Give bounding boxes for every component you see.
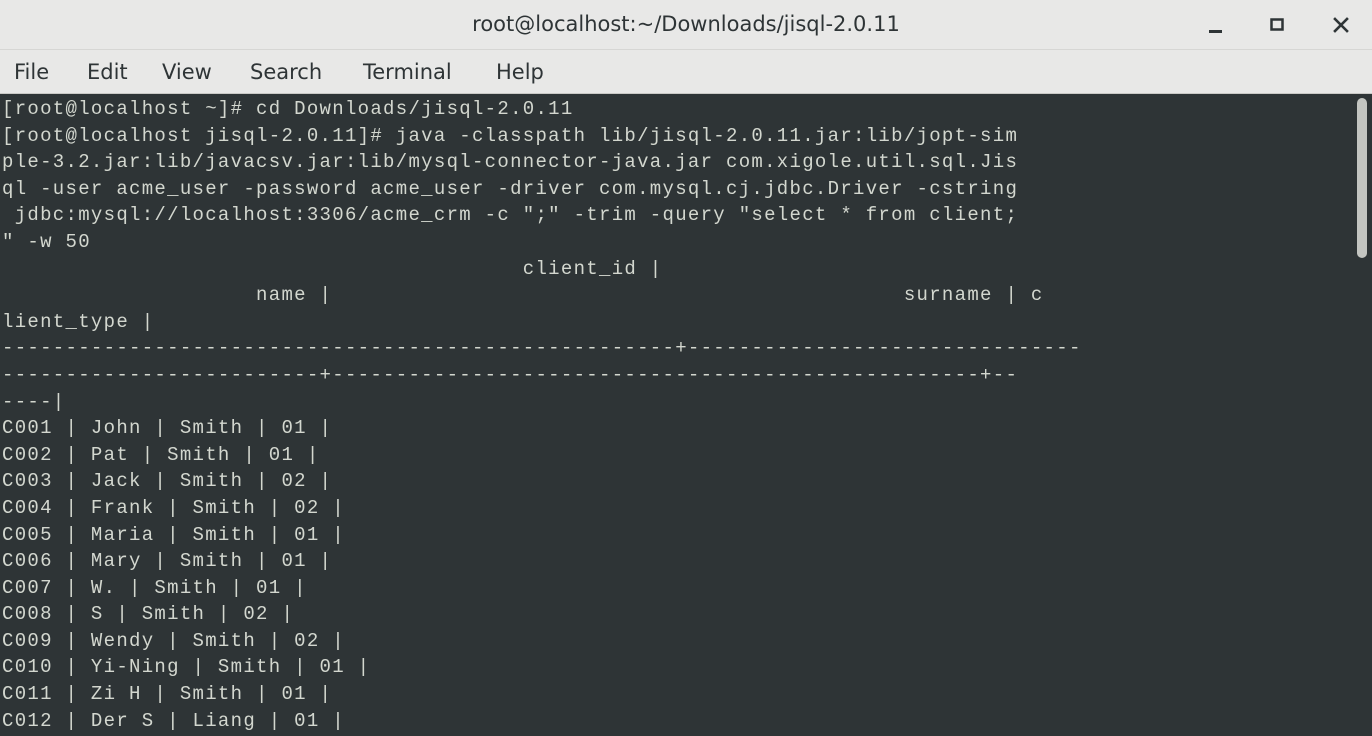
terminal-line: lient_type |: [2, 310, 155, 333]
terminal-line: C005 | Maria | Smith | 01 |: [2, 523, 345, 546]
maximize-icon: [1270, 18, 1284, 31]
terminal-line: C010 | Yi-Ning | Smith | 01 |: [2, 656, 371, 679]
terminal-line: C004 | Frank | Smith | 02 |: [2, 496, 345, 519]
menu-bar: File Edit View Search Terminal Help: [0, 50, 1372, 94]
menu-help[interactable]: Help: [496, 50, 544, 94]
terminal-line: C009 | Wendy | Smith | 02 |: [2, 629, 345, 652]
terminal-line: ql -user acme_user -password acme_user -…: [2, 177, 1019, 200]
terminal-line: C007 | W. | Smith | 01 |: [2, 576, 307, 599]
close-icon: [1333, 17, 1349, 33]
scrollbar[interactable]: [1352, 94, 1372, 736]
terminal-line: [root@localhost jisql-2.0.11]# java -cla…: [2, 124, 1019, 147]
terminal-line: C006 | Mary | Smith | 01 |: [2, 550, 333, 573]
menu-view[interactable]: View: [162, 50, 212, 94]
terminal-line: C002 | Pat | Smith | 01 |: [2, 443, 320, 466]
menu-edit[interactable]: Edit: [87, 50, 128, 94]
menu-file[interactable]: File: [14, 50, 49, 94]
terminal-line: C011 | Zi H | Smith | 01 |: [2, 683, 333, 706]
terminal-line: ----------------------------------------…: [2, 337, 1082, 360]
terminal-line: client_id |: [2, 257, 663, 280]
terminal-line: -------------------------+--------------…: [2, 363, 1019, 386]
terminal-window: root@localhost:~/Downloads/jisql-2.0.11 …: [0, 0, 1372, 736]
terminal-line: C008 | S | Smith | 02 |: [2, 603, 295, 626]
maximize-button[interactable]: [1260, 8, 1294, 42]
terminal-line: C001 | John | Smith | 01 |: [2, 417, 333, 440]
window-title: root@localhost:~/Downloads/jisql-2.0.11: [472, 12, 900, 36]
terminal-text: [root@localhost ~]# cd Downloads/jisql-2…: [2, 96, 1082, 734]
menu-terminal[interactable]: Terminal: [363, 50, 452, 94]
title-bar[interactable]: root@localhost:~/Downloads/jisql-2.0.11: [0, 0, 1372, 50]
terminal-line: name | surname | c: [2, 284, 1044, 307]
terminal-line: ple-3.2.jar:lib/javacsv.jar:lib/mysql-co…: [2, 151, 1019, 174]
terminal-line: [root@localhost ~]# cd Downloads/jisql-2…: [2, 98, 574, 120]
terminal-line: " -w 50: [2, 230, 91, 253]
minimize-button[interactable]: [1198, 8, 1232, 42]
minimize-icon: [1209, 30, 1222, 33]
terminal-output[interactable]: [root@localhost ~]# cd Downloads/jisql-2…: [0, 94, 1352, 736]
scrollbar-thumb[interactable]: [1357, 98, 1367, 258]
terminal-line: jdbc:mysql://localhost:3306/acme_crm -c …: [2, 204, 1019, 227]
terminal-line: C003 | Jack | Smith | 02 |: [2, 470, 333, 493]
terminal-line: C012 | Der S | Liang | 01 |: [2, 709, 345, 732]
close-button[interactable]: [1324, 8, 1358, 42]
terminal-line: ----|: [2, 390, 66, 413]
menu-search[interactable]: Search: [250, 50, 322, 94]
